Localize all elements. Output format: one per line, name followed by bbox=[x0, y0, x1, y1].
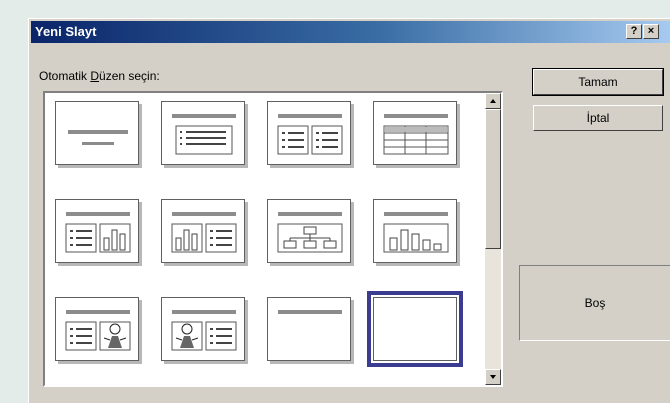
bulleted-list-icon bbox=[172, 114, 236, 155]
chart-icon bbox=[383, 212, 449, 253]
layout-chart-and-text[interactable] bbox=[161, 199, 245, 263]
layout-title-slide[interactable] bbox=[55, 101, 139, 165]
layout-grid bbox=[55, 101, 475, 381]
title-slide-icon bbox=[68, 130, 128, 145]
title-only-icon bbox=[278, 310, 342, 314]
layout-title-only[interactable] bbox=[267, 297, 351, 361]
table-icon bbox=[383, 114, 449, 155]
layout-text-and-chart[interactable] bbox=[55, 199, 139, 263]
layout-text-and-clip-art[interactable] bbox=[55, 297, 139, 361]
two-column-text-icon bbox=[277, 114, 343, 155]
layout-preview-caption: Boş bbox=[519, 265, 670, 341]
text-and-clip-art-icon bbox=[65, 310, 131, 351]
chart-and-text-icon bbox=[171, 212, 237, 253]
layout-prompt-label: Otomatik Düzen seçin: bbox=[39, 69, 160, 83]
scrollbar-thumb[interactable] bbox=[485, 109, 501, 249]
label-prefix: Otomatik bbox=[39, 69, 91, 83]
blank-slide-icon bbox=[374, 298, 458, 362]
close-button[interactable]: × bbox=[643, 24, 659, 39]
scroll-down-button[interactable] bbox=[485, 369, 501, 385]
layout-table[interactable] bbox=[373, 101, 457, 165]
cancel-button[interactable]: İptal bbox=[533, 105, 663, 131]
new-slide-dialog: Yeni Slayt ? × Otomatik Düzen seçin: Tam… bbox=[28, 18, 670, 403]
org-chart-icon bbox=[277, 212, 343, 253]
arrow-down-icon bbox=[490, 375, 496, 379]
label-accelerator: D bbox=[90, 69, 100, 83]
layout-two-column-text[interactable] bbox=[267, 101, 351, 165]
layout-listbox[interactable] bbox=[43, 91, 503, 387]
clip-art-and-text-icon bbox=[171, 310, 237, 351]
title-bar: Yeni Slayt ? × bbox=[31, 21, 670, 43]
scroll-up-button[interactable] bbox=[485, 93, 501, 109]
layout-clip-art-and-text[interactable] bbox=[161, 297, 245, 361]
arrow-up-icon bbox=[490, 99, 496, 103]
layout-bulleted-list[interactable] bbox=[161, 101, 245, 165]
label-suffix: üzen seçin: bbox=[99, 69, 160, 83]
ok-button[interactable]: Tamam bbox=[532, 68, 664, 96]
vertical-scrollbar[interactable] bbox=[485, 93, 501, 385]
text-and-chart-icon bbox=[65, 212, 131, 253]
layout-blank[interactable] bbox=[367, 291, 463, 367]
help-button[interactable]: ? bbox=[626, 24, 642, 39]
window-title: Yeni Slayt bbox=[35, 24, 97, 39]
layout-chart[interactable] bbox=[373, 199, 457, 263]
layout-org-chart[interactable] bbox=[267, 199, 351, 263]
